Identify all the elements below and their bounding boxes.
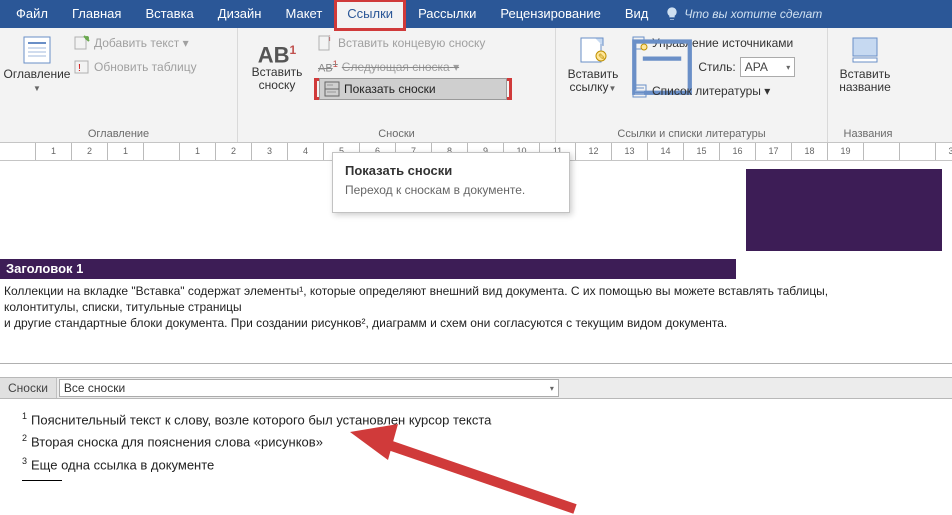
footnote-list[interactable]: 1Пояснительный текст к слову, возле кото…: [0, 399, 952, 487]
ruler-tick: 19: [828, 143, 864, 160]
menu-design[interactable]: Дизайн: [206, 0, 274, 28]
ribbon: Оглавление▼ Добавить текст ▾ ! Обновить …: [0, 28, 952, 143]
ruler-tick: 13: [612, 143, 648, 160]
next-footnote-button[interactable]: AB1 Следующая сноска ▾: [314, 56, 512, 78]
insert-caption-button[interactable]: Вставить название: [834, 32, 896, 94]
footnote-pane-label: Сноски: [0, 378, 57, 398]
ribbon-group-captions: Вставить название Названия: [828, 28, 908, 142]
chevron-down-icon: ▼: [33, 84, 41, 93]
ruler-tick: 18: [792, 143, 828, 160]
footnote-filter-combo[interactable]: Все сноски ▾: [59, 379, 559, 397]
insert-endnote-button[interactable]: i Вставить концевую сноску: [314, 32, 512, 54]
ruler-tick: 4: [288, 143, 324, 160]
ribbon-group-citations: ✎ Вставить ссылку▼ Управление источникам…: [556, 28, 828, 142]
ribbon-group-toc: Оглавление▼ Добавить текст ▾ ! Обновить …: [0, 28, 238, 142]
ruler-tick: [900, 143, 936, 160]
menu-review[interactable]: Рецензирование: [488, 0, 612, 28]
footnote-item[interactable]: 1Пояснительный текст к слову, возле кото…: [22, 409, 938, 431]
ruler-tick: [144, 143, 180, 160]
insert-citation-button[interactable]: ✎ Вставить ссылку▼: [562, 32, 624, 94]
document-graphic-block: [746, 169, 942, 251]
chevron-down-icon: ▼: [609, 84, 617, 93]
footnote-pane-header: Сноски Все сноски ▾: [0, 377, 952, 399]
footnote-ab-icon: AB: [258, 42, 290, 67]
update-table-icon: !: [74, 59, 90, 75]
show-footnotes-button[interactable]: Показать сноски: [319, 78, 507, 100]
bibliography-button[interactable]: Список литературы ▾: [628, 80, 797, 102]
toc-update-button[interactable]: ! Обновить таблицу: [70, 56, 201, 78]
ruler-tick: [864, 143, 900, 160]
show-footnotes-highlight: Показать сноски: [314, 78, 512, 100]
ruler-tick: 3: [252, 143, 288, 160]
ruler-tick: 17: [756, 143, 792, 160]
menu-mailings[interactable]: Рассылки: [406, 0, 488, 28]
caption-icon: [849, 34, 881, 66]
show-notes-icon: [324, 81, 340, 97]
footnote-separator: [22, 480, 62, 481]
endnote-icon: i: [318, 35, 334, 51]
toc-add-text-button[interactable]: Добавить текст ▾: [70, 32, 201, 54]
document-separator: [0, 363, 952, 364]
citation-style-combo[interactable]: APA ▾: [740, 57, 795, 77]
ruler-tick: 16: [720, 143, 756, 160]
tooltip-title: Показать сноски: [345, 163, 557, 178]
document-paragraph[interactable]: Коллекции на вкладке "Вставка" содержат …: [4, 283, 902, 332]
tell-me-placeholder: Что вы хотите сделат: [684, 7, 822, 21]
menu-references[interactable]: Ссылки: [334, 0, 406, 31]
ruler-tick: 2: [72, 143, 108, 160]
svg-text:i: i: [329, 36, 331, 43]
footnote-item[interactable]: 2Вторая сноска для пояснения слова «рису…: [22, 431, 938, 453]
document-heading[interactable]: Заголовок 1: [0, 259, 736, 279]
bibliography-icon: [632, 83, 648, 99]
ruler-tick: 12: [576, 143, 612, 160]
ribbon-group-footnotes: AB1 Вставить сноску i Вставить концевую …: [238, 28, 556, 142]
svg-text:✎: ✎: [598, 52, 606, 62]
toc-button[interactable]: Оглавление▼: [6, 32, 68, 94]
menu-layout[interactable]: Макет: [273, 0, 334, 28]
lightbulb-icon: [664, 6, 680, 22]
ruler-tick: 1: [36, 143, 72, 160]
footnote-item[interactable]: 3Еще одна ссылка в документе: [22, 454, 938, 476]
menu-bar: Файл Главная Вставка Дизайн Макет Ссылки…: [0, 0, 952, 28]
menu-insert[interactable]: Вставка: [133, 0, 205, 28]
toc-group-label: Оглавление: [6, 128, 231, 140]
tell-me-search[interactable]: Что вы хотите сделат: [664, 0, 822, 28]
add-text-icon: [74, 35, 90, 51]
ruler-tick: 1: [108, 143, 144, 160]
chevron-down-icon: ▾: [550, 384, 554, 393]
tooltip-body: Переход к сноскам в документе.: [345, 182, 557, 198]
chevron-down-icon: ▾: [786, 63, 790, 72]
citation-icon: ✎: [577, 34, 609, 66]
ruler-tick: 1: [180, 143, 216, 160]
citations-group-label: Ссылки и списки литературы: [562, 128, 821, 140]
captions-group-label: Названия: [834, 128, 902, 140]
ruler-tick: 15: [684, 143, 720, 160]
menu-home[interactable]: Главная: [60, 0, 133, 28]
footnotes-group-label: Сноски: [244, 128, 549, 140]
ruler-tick: 33: [936, 143, 952, 160]
menu-file[interactable]: Файл: [4, 0, 60, 28]
toc-icon: [21, 34, 53, 66]
menu-view[interactable]: Вид: [613, 0, 661, 28]
insert-footnote-button[interactable]: AB1 Вставить сноску: [244, 32, 310, 92]
citation-style-row: Стиль: APA ▾: [628, 56, 797, 78]
ruler-tick: 14: [648, 143, 684, 160]
show-footnotes-tooltip: Показать сноски Переход к сноскам в доку…: [332, 152, 570, 213]
ruler-tick: 2: [216, 143, 252, 160]
ruler-tick: [0, 143, 36, 160]
svg-text:!: !: [78, 63, 81, 74]
